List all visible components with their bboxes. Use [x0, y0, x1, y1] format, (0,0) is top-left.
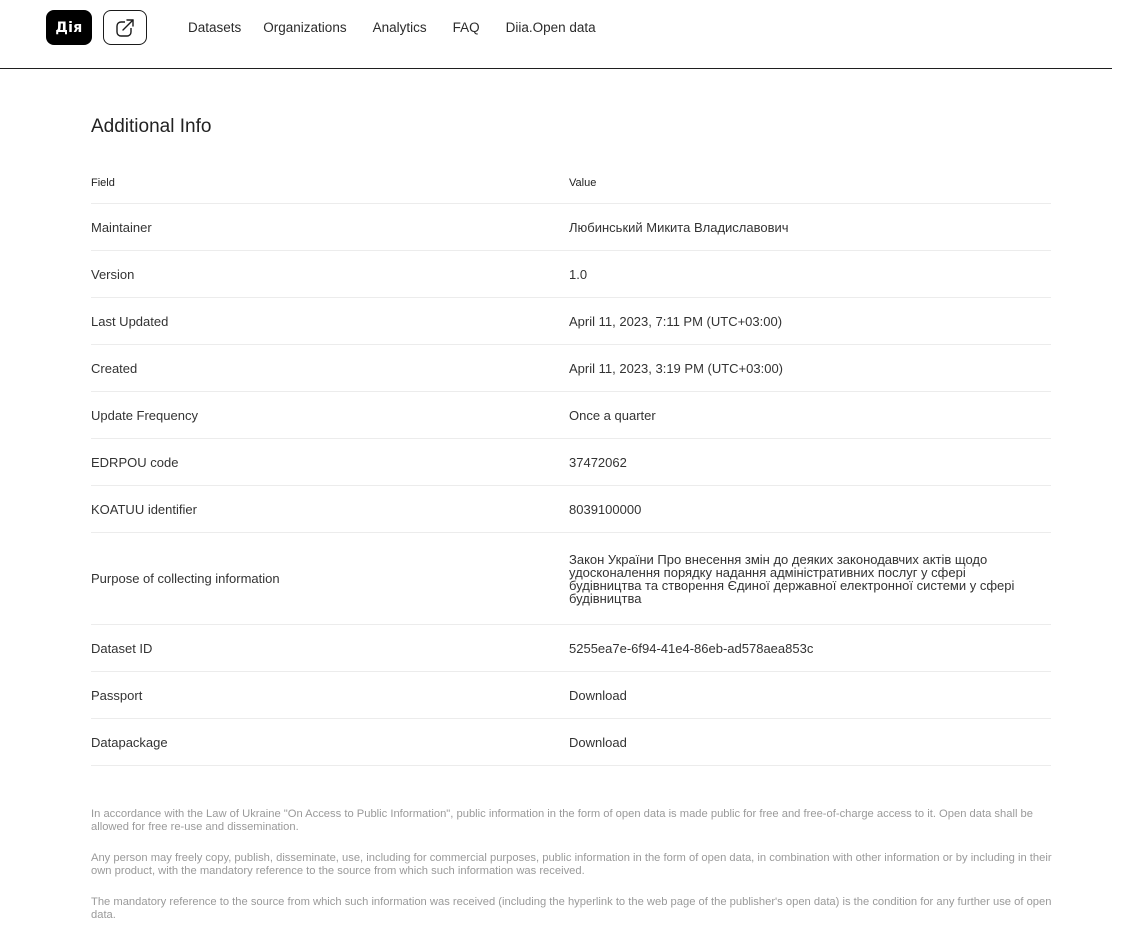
column-header-value: Value: [569, 162, 1051, 204]
field-label: Dataset ID: [91, 624, 569, 672]
table-row: Created April 11, 2023, 3:19 PM (UTC+03:…: [91, 344, 1051, 392]
additional-info-table: Field Value Maintainer Любинський Микита…: [91, 162, 1051, 766]
table-row: Update Frequency Once a quarter: [91, 391, 1051, 439]
table-row: Datapackage Download: [91, 718, 1051, 766]
field-label: Passport: [91, 671, 569, 719]
field-value: 1.0: [569, 250, 1051, 298]
field-label: Last Updated: [91, 297, 569, 345]
datapackage-download-link[interactable]: Download: [569, 718, 1051, 766]
nav-diia-open-data[interactable]: Diia.Open data: [506, 20, 596, 35]
table-row: KOATUU identifier 8039100000: [91, 485, 1051, 533]
arrow-up-right-icon: [116, 17, 135, 37]
field-value: April 11, 2023, 7:11 PM (UTC+03:00): [569, 297, 1051, 345]
passport-download-link[interactable]: Download: [569, 671, 1051, 719]
column-header-field: Field: [91, 162, 569, 204]
field-label: Created: [91, 344, 569, 392]
field-label: Version: [91, 250, 569, 298]
nav-organizations[interactable]: Organizations: [263, 20, 346, 35]
table-header-row: Field Value: [91, 162, 1051, 204]
field-label: EDRPOU code: [91, 438, 569, 486]
main-nav: Datasets Organizations Analytics FAQ Dii…: [188, 20, 596, 35]
external-link-icon[interactable]: [103, 10, 147, 45]
nav-faq[interactable]: FAQ: [453, 20, 480, 35]
field-label: KOATUU identifier: [91, 485, 569, 533]
field-value: Любинський Микита Владиславович: [569, 203, 1051, 251]
table-row: Version 1.0: [91, 250, 1051, 298]
field-value: 37472062: [569, 438, 1051, 486]
field-value: 5255ea7e-6f94-41e4-86eb-ad578aea853c: [569, 624, 1051, 672]
site-header: Дія Datasets Organizations Analytics FAQ…: [0, 0, 1112, 69]
table-row: Passport Download: [91, 671, 1051, 719]
table-row: Maintainer Любинський Микита Владиславов…: [91, 203, 1051, 251]
field-label: Purpose of collecting information: [91, 532, 569, 625]
field-value: Once a quarter: [569, 391, 1051, 439]
table-row: EDRPOU code 37472062: [91, 438, 1051, 486]
legal-notice-paragraph: The mandatory reference to the source fr…: [91, 896, 1052, 921]
field-label: Maintainer: [91, 203, 569, 251]
table-row: Purpose of collecting information Закон …: [91, 532, 1051, 625]
table-row: Dataset ID 5255ea7e-6f94-41e4-86eb-ad578…: [91, 624, 1051, 672]
table-row: Last Updated April 11, 2023, 7:11 PM (UT…: [91, 297, 1051, 345]
nav-analytics[interactable]: Analytics: [373, 20, 427, 35]
field-label: Datapackage: [91, 718, 569, 766]
section-title: Additional Info: [91, 116, 212, 137]
legal-notice-paragraph: In accordance with the Law of Ukraine "O…: [91, 808, 1033, 833]
diia-logo[interactable]: Дія: [46, 10, 92, 45]
field-label: Update Frequency: [91, 391, 569, 439]
field-value: 8039100000: [569, 485, 1051, 533]
field-value: Закон України Про внесення змін до деяки…: [569, 532, 1051, 625]
additional-info-section: Additional Info Field Value Maintainer Л…: [91, 112, 1051, 766]
field-value: April 11, 2023, 3:19 PM (UTC+03:00): [569, 344, 1051, 392]
legal-notice-paragraph: Any person may freely copy, publish, dis…: [91, 852, 1052, 877]
nav-datasets[interactable]: Datasets: [188, 20, 241, 35]
